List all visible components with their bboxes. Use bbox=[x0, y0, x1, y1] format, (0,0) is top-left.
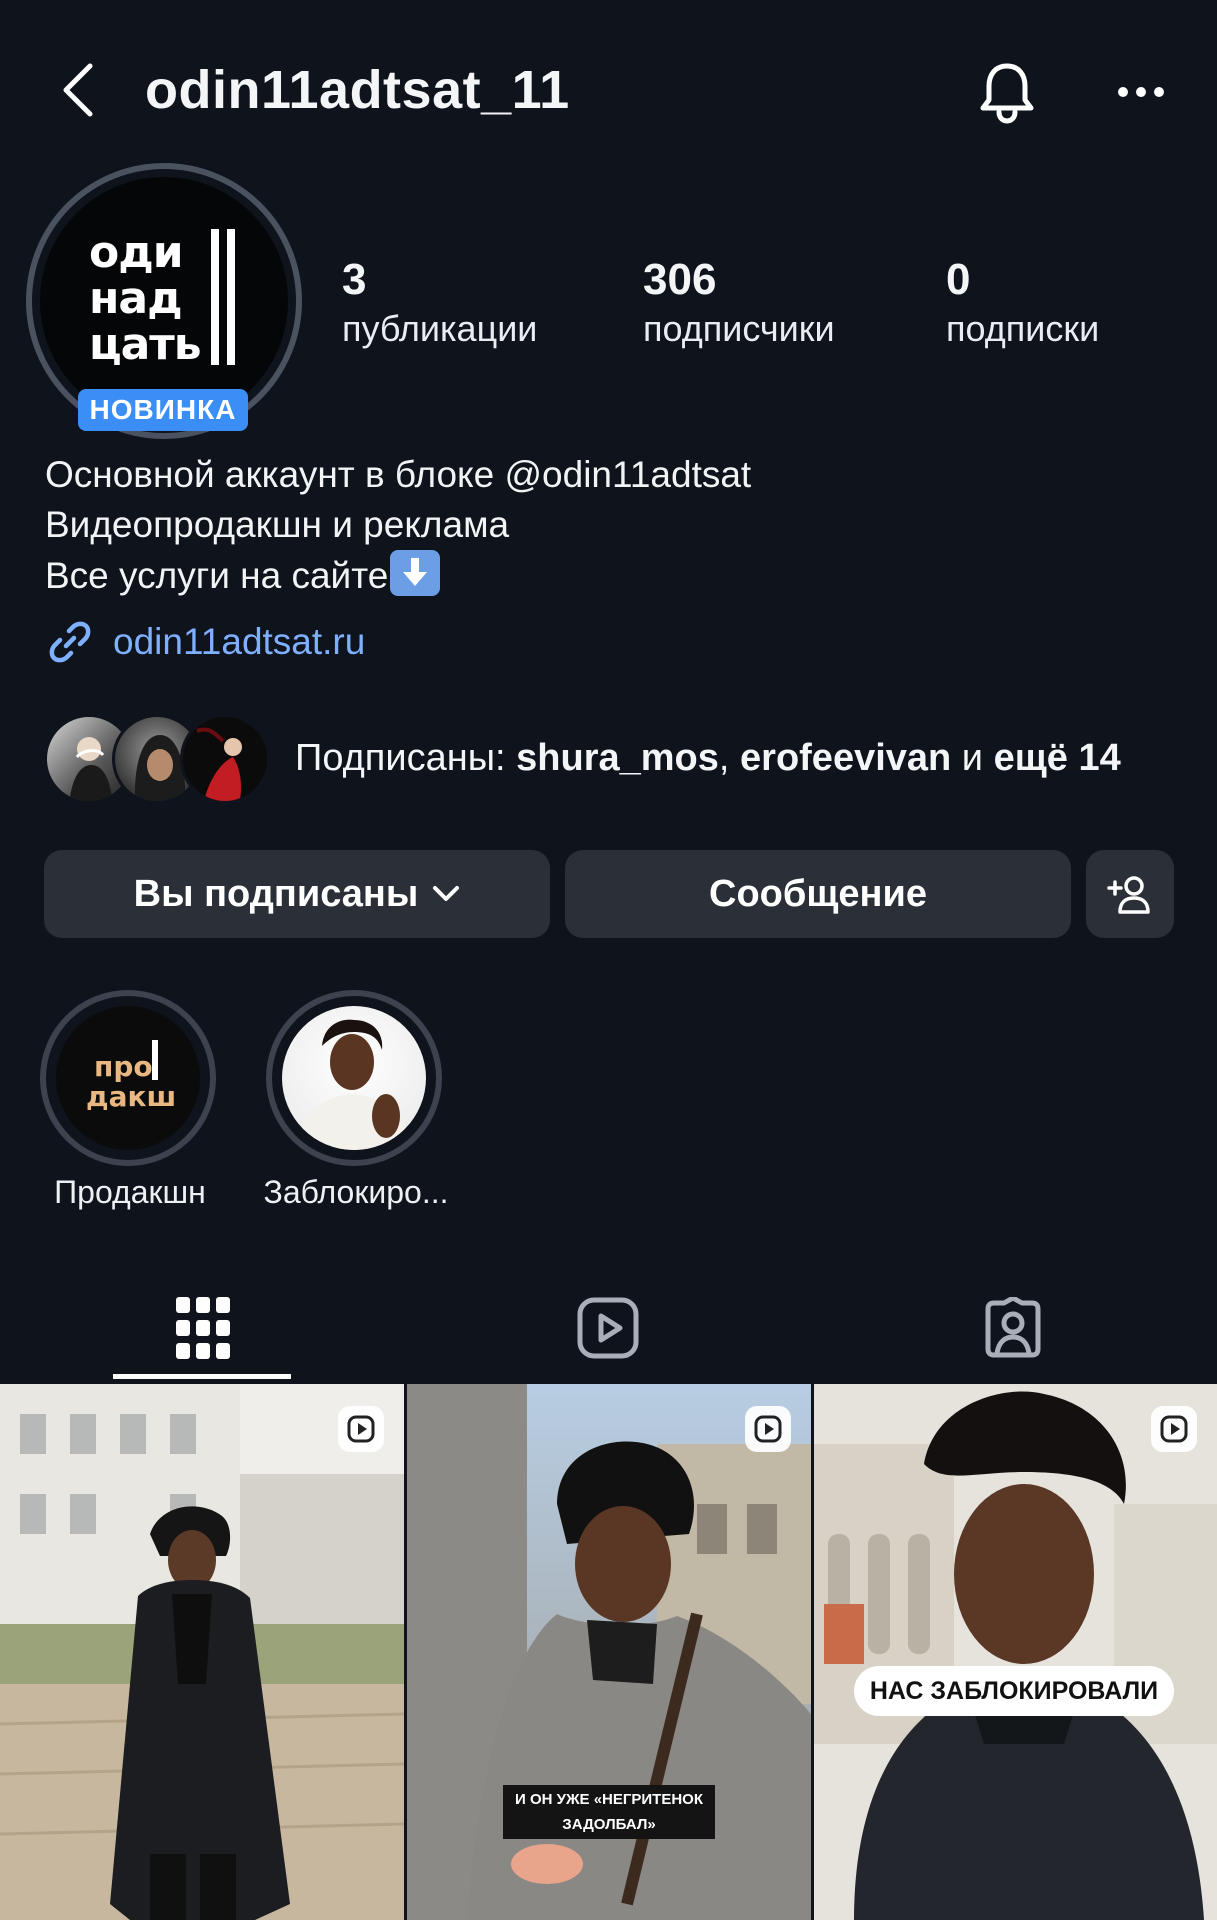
more-options-button[interactable] bbox=[1110, 60, 1172, 124]
reel-play-icon bbox=[754, 1415, 782, 1443]
post-caption-line-2: ЗАДОЛБАЛ» bbox=[562, 1816, 656, 1833]
add-person-icon bbox=[1107, 876, 1150, 914]
post-2-image bbox=[407, 1384, 811, 1920]
stat-following-count: 0 bbox=[946, 255, 971, 304]
grid-icon bbox=[175, 1296, 230, 1359]
active-tab-indicator bbox=[113, 1374, 291, 1379]
logo-line-3: цать bbox=[89, 319, 202, 370]
bio: Основной аккаунт в блоке @odin11adtsat В… bbox=[45, 450, 751, 601]
posts-grid: И ОН УЖЕ «НЕГРИТЕНОК ЗАДОЛБАЛ» НАС ЗАБЛО… bbox=[0, 1384, 1217, 1920]
logo-line-2: над bbox=[89, 273, 183, 324]
post-tile[interactable] bbox=[0, 1384, 404, 1920]
bio-line-3: Все услуги на сайте bbox=[45, 550, 751, 601]
suggested-users-button[interactable] bbox=[1086, 850, 1174, 938]
mutual-user-1[interactable]: shura_mos bbox=[516, 737, 719, 779]
reel-play-icon bbox=[1160, 1415, 1188, 1443]
mutual-more[interactable]: ещё 14 bbox=[994, 737, 1121, 779]
bio-line-2: Видеопродакшн и реклама bbox=[45, 504, 510, 545]
post-tile[interactable]: И ОН УЖЕ «НЕГРИТЕНОК ЗАДОЛБАЛ» bbox=[407, 1384, 811, 1920]
stat-followers-label: подписчики bbox=[643, 308, 835, 349]
following-button[interactable]: Вы подписаны bbox=[44, 850, 550, 938]
post-caption: НАС ЗАБЛОКИРОВАЛИ bbox=[854, 1666, 1174, 1716]
highlight-label: Продакшн bbox=[54, 1174, 206, 1210]
stat-following-label: подписки bbox=[946, 308, 1100, 349]
following-button-label: Вы подписаны bbox=[133, 872, 419, 915]
post-caption: И ОН УЖЕ «НЕГРИТЕНОК ЗАДОЛБАЛ» bbox=[503, 1785, 715, 1839]
reels-icon bbox=[577, 1297, 638, 1358]
chevron-down-icon bbox=[433, 886, 460, 901]
followed-sep: , bbox=[718, 737, 741, 779]
highlight-cover-blocked bbox=[282, 1006, 426, 1150]
bell-icon bbox=[980, 63, 1034, 124]
mutual-followers-text[interactable]: Подписаны: shura_mos, erofeevivan и ещё … bbox=[295, 733, 1121, 783]
logo-ones-mark bbox=[211, 229, 237, 365]
prod-logo-bottom: дакш bbox=[86, 1080, 176, 1113]
message-button[interactable]: Сообщение bbox=[565, 850, 1071, 938]
stat-following[interactable]: 0 подписки bbox=[946, 255, 1099, 353]
post-1-image bbox=[0, 1384, 404, 1920]
bio-line-3-text: Все услуги на сайте bbox=[45, 555, 389, 596]
mutual-user-2[interactable]: erofeevivan bbox=[740, 737, 951, 779]
stat-followers-count: 306 bbox=[643, 255, 717, 304]
profile-header: odin11adtsat_11 bbox=[0, 40, 1217, 140]
notifications-button[interactable] bbox=[975, 60, 1039, 124]
post-tile[interactable]: НАС ЗАБЛОКИРОВАЛИ bbox=[814, 1384, 1217, 1920]
message-button-label: Сообщение bbox=[709, 872, 927, 915]
profile-link[interactable]: odin11adtsat.ru bbox=[45, 617, 365, 667]
chevron-left-icon bbox=[63, 63, 93, 117]
reel-indicator bbox=[1151, 1406, 1197, 1452]
profile-tabs bbox=[0, 1270, 1217, 1385]
followed-and: и bbox=[951, 737, 994, 779]
down-arrow-emoji-icon bbox=[390, 550, 441, 596]
tab-posts-grid[interactable] bbox=[0, 1270, 405, 1385]
logo-line-1: оди bbox=[89, 227, 184, 278]
stat-followers[interactable]: 306 подписчики bbox=[643, 255, 835, 353]
back-button[interactable] bbox=[50, 62, 106, 118]
avatar[interactable]: оди над цать bbox=[40, 177, 288, 425]
more-dots-icon bbox=[1118, 87, 1164, 97]
post-3-image bbox=[814, 1384, 1217, 1920]
mutual-avatar-3 bbox=[180, 714, 270, 804]
highlight-label: Заблокиро... bbox=[263, 1174, 449, 1210]
mutual-followers-avatars[interactable] bbox=[44, 714, 274, 804]
brand-logo: оди над цать bbox=[89, 227, 239, 371]
prod-logo-top: про bbox=[94, 1050, 153, 1083]
bio-line-1: Основной аккаунт в блоке @odin11adtsat bbox=[45, 454, 752, 495]
reel-indicator bbox=[745, 1406, 791, 1452]
tab-tagged[interactable] bbox=[810, 1270, 1215, 1385]
stat-posts-count: 3 bbox=[342, 255, 367, 304]
profile-username: odin11adtsat_11 bbox=[145, 60, 570, 120]
reel-indicator bbox=[338, 1406, 384, 1452]
stat-posts[interactable]: 3 публикации bbox=[342, 255, 537, 353]
tagged-person-icon bbox=[985, 1296, 1040, 1357]
stat-posts-label: публикации bbox=[342, 308, 538, 349]
highlight-cover-production: про дакш bbox=[56, 1006, 200, 1150]
new-badge: НОВИНКА bbox=[78, 389, 248, 431]
post-caption-line-1: И ОН УЖЕ «НЕГРИТЕНОК bbox=[515, 1791, 703, 1808]
followed-prefix: Подписаны: bbox=[295, 737, 517, 779]
link-icon bbox=[49, 621, 91, 663]
profile-link-text[interactable]: odin11adtsat.ru bbox=[113, 621, 365, 663]
reel-play-icon bbox=[347, 1415, 375, 1443]
tab-reels[interactable] bbox=[405, 1270, 810, 1385]
